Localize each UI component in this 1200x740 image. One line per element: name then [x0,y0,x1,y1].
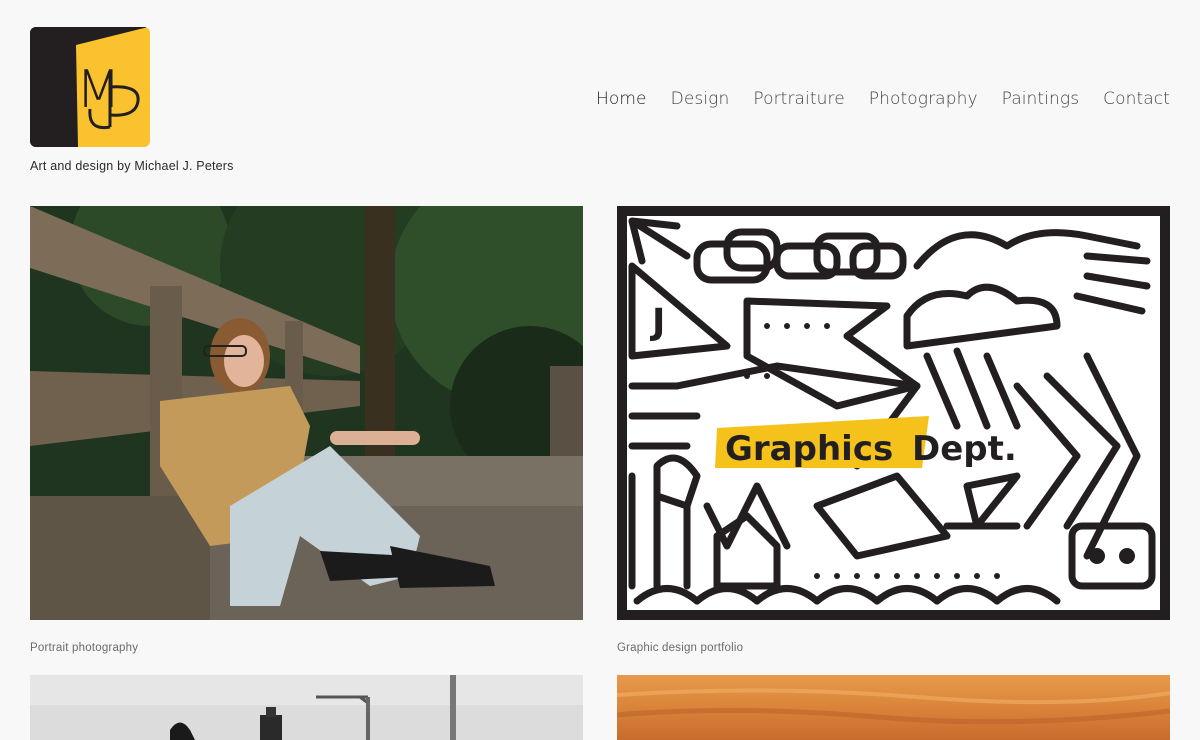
portrait-photo-tile[interactable] [30,206,583,620]
nav-contact[interactable]: Contact [1103,89,1170,109]
doodle-letter: J [649,302,665,343]
nav-home[interactable]: Home [596,89,647,109]
painting-tile[interactable] [617,675,1170,740]
photography-image [30,675,583,740]
painting-image [617,675,1170,740]
main-nav: Home Design Portraiture Photography Pain… [572,89,1170,109]
site-logo[interactable]: M [30,27,150,147]
site-tagline: Art and design by Michael J. Peters [30,159,234,173]
nav-photography[interactable]: Photography [869,89,978,109]
tile-caption: Graphic design portfolio [617,642,744,654]
nav-paintings[interactable]: Paintings [1002,89,1080,109]
art-text-graphics: Graphics [725,429,893,469]
photography-tile[interactable] [30,675,583,740]
portrait-photo-image [30,206,583,620]
art-text-dept: Dept. [912,429,1017,469]
nav-portraiture[interactable]: Portraiture [753,89,844,109]
graphic-design-tile[interactable]: J Graphics Dept. [617,206,1170,620]
svg-text:M: M [76,60,121,120]
nav-design[interactable]: Design [671,89,730,109]
graphic-design-image: J Graphics Dept. [617,206,1170,620]
tile-caption: Portrait photography [30,642,139,654]
